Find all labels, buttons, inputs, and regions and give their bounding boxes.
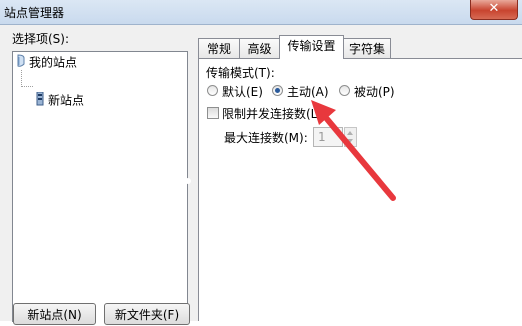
tree-item-label: 我的站点 bbox=[29, 55, 78, 70]
title-bar: 站点管理器 ✕ bbox=[0, 0, 522, 25]
tab-charset[interactable]: 字符集 bbox=[343, 38, 391, 59]
select-entry-label: 选择项(S): bbox=[12, 32, 70, 46]
limit-connections-checkbox[interactable] bbox=[207, 107, 219, 119]
max-connections-input[interactable]: 1 bbox=[313, 127, 343, 147]
limit-connections-label[interactable]: 限制并发连接数(L) bbox=[222, 105, 322, 122]
close-icon: ✕ bbox=[488, 1, 500, 16]
server-icon bbox=[35, 91, 45, 110]
chevron-down-icon bbox=[347, 139, 353, 143]
radio-default-label[interactable]: 默认(E) bbox=[222, 83, 263, 100]
site-tree[interactable]: 我的站点 新站点 bbox=[12, 51, 188, 322]
dialog-body: 选择项(S): 我的站点 新站点 新站点(N) 新文件夹(F) 常规 高级 传输… bbox=[0, 25, 522, 325]
tree-item-new-site[interactable]: 新站点 bbox=[35, 91, 85, 110]
site-folder-icon bbox=[16, 54, 26, 72]
max-connections-label: 最大连接数(M): bbox=[224, 131, 308, 145]
window-title: 站点管理器 bbox=[4, 6, 65, 20]
transfer-settings-panel: 传输模式(T): 默认(E) 主动(A) 被动(P) 限制并发连接数(L) 最大… bbox=[198, 58, 522, 321]
new-site-button[interactable]: 新站点(N) bbox=[13, 303, 96, 325]
tab-transfer-settings[interactable]: 传输设置 bbox=[279, 35, 344, 59]
image-glare bbox=[175, 162, 185, 172]
radio-default[interactable] bbox=[207, 85, 218, 96]
tree-connector bbox=[21, 86, 33, 87]
radio-active-label[interactable]: 主动(A) bbox=[287, 83, 329, 100]
transfer-mode-label: 传输模式(T): bbox=[206, 66, 275, 80]
new-folder-button[interactable]: 新文件夹(F) bbox=[104, 303, 190, 325]
tree-item-my-sites[interactable]: 我的站点 bbox=[16, 54, 77, 70]
close-button[interactable]: ✕ bbox=[470, 0, 518, 20]
image-glare bbox=[185, 178, 191, 184]
radio-passive[interactable] bbox=[339, 85, 350, 96]
radio-active[interactable] bbox=[272, 85, 283, 96]
max-connections-stepper[interactable] bbox=[344, 127, 357, 147]
tree-connector bbox=[21, 70, 22, 87]
tab-advanced[interactable]: 高级 bbox=[239, 38, 280, 59]
tab-general[interactable]: 常规 bbox=[198, 38, 240, 59]
chevron-up-icon bbox=[347, 131, 353, 135]
tree-item-label: 新站点 bbox=[48, 93, 85, 108]
radio-passive-label[interactable]: 被动(P) bbox=[354, 83, 395, 100]
